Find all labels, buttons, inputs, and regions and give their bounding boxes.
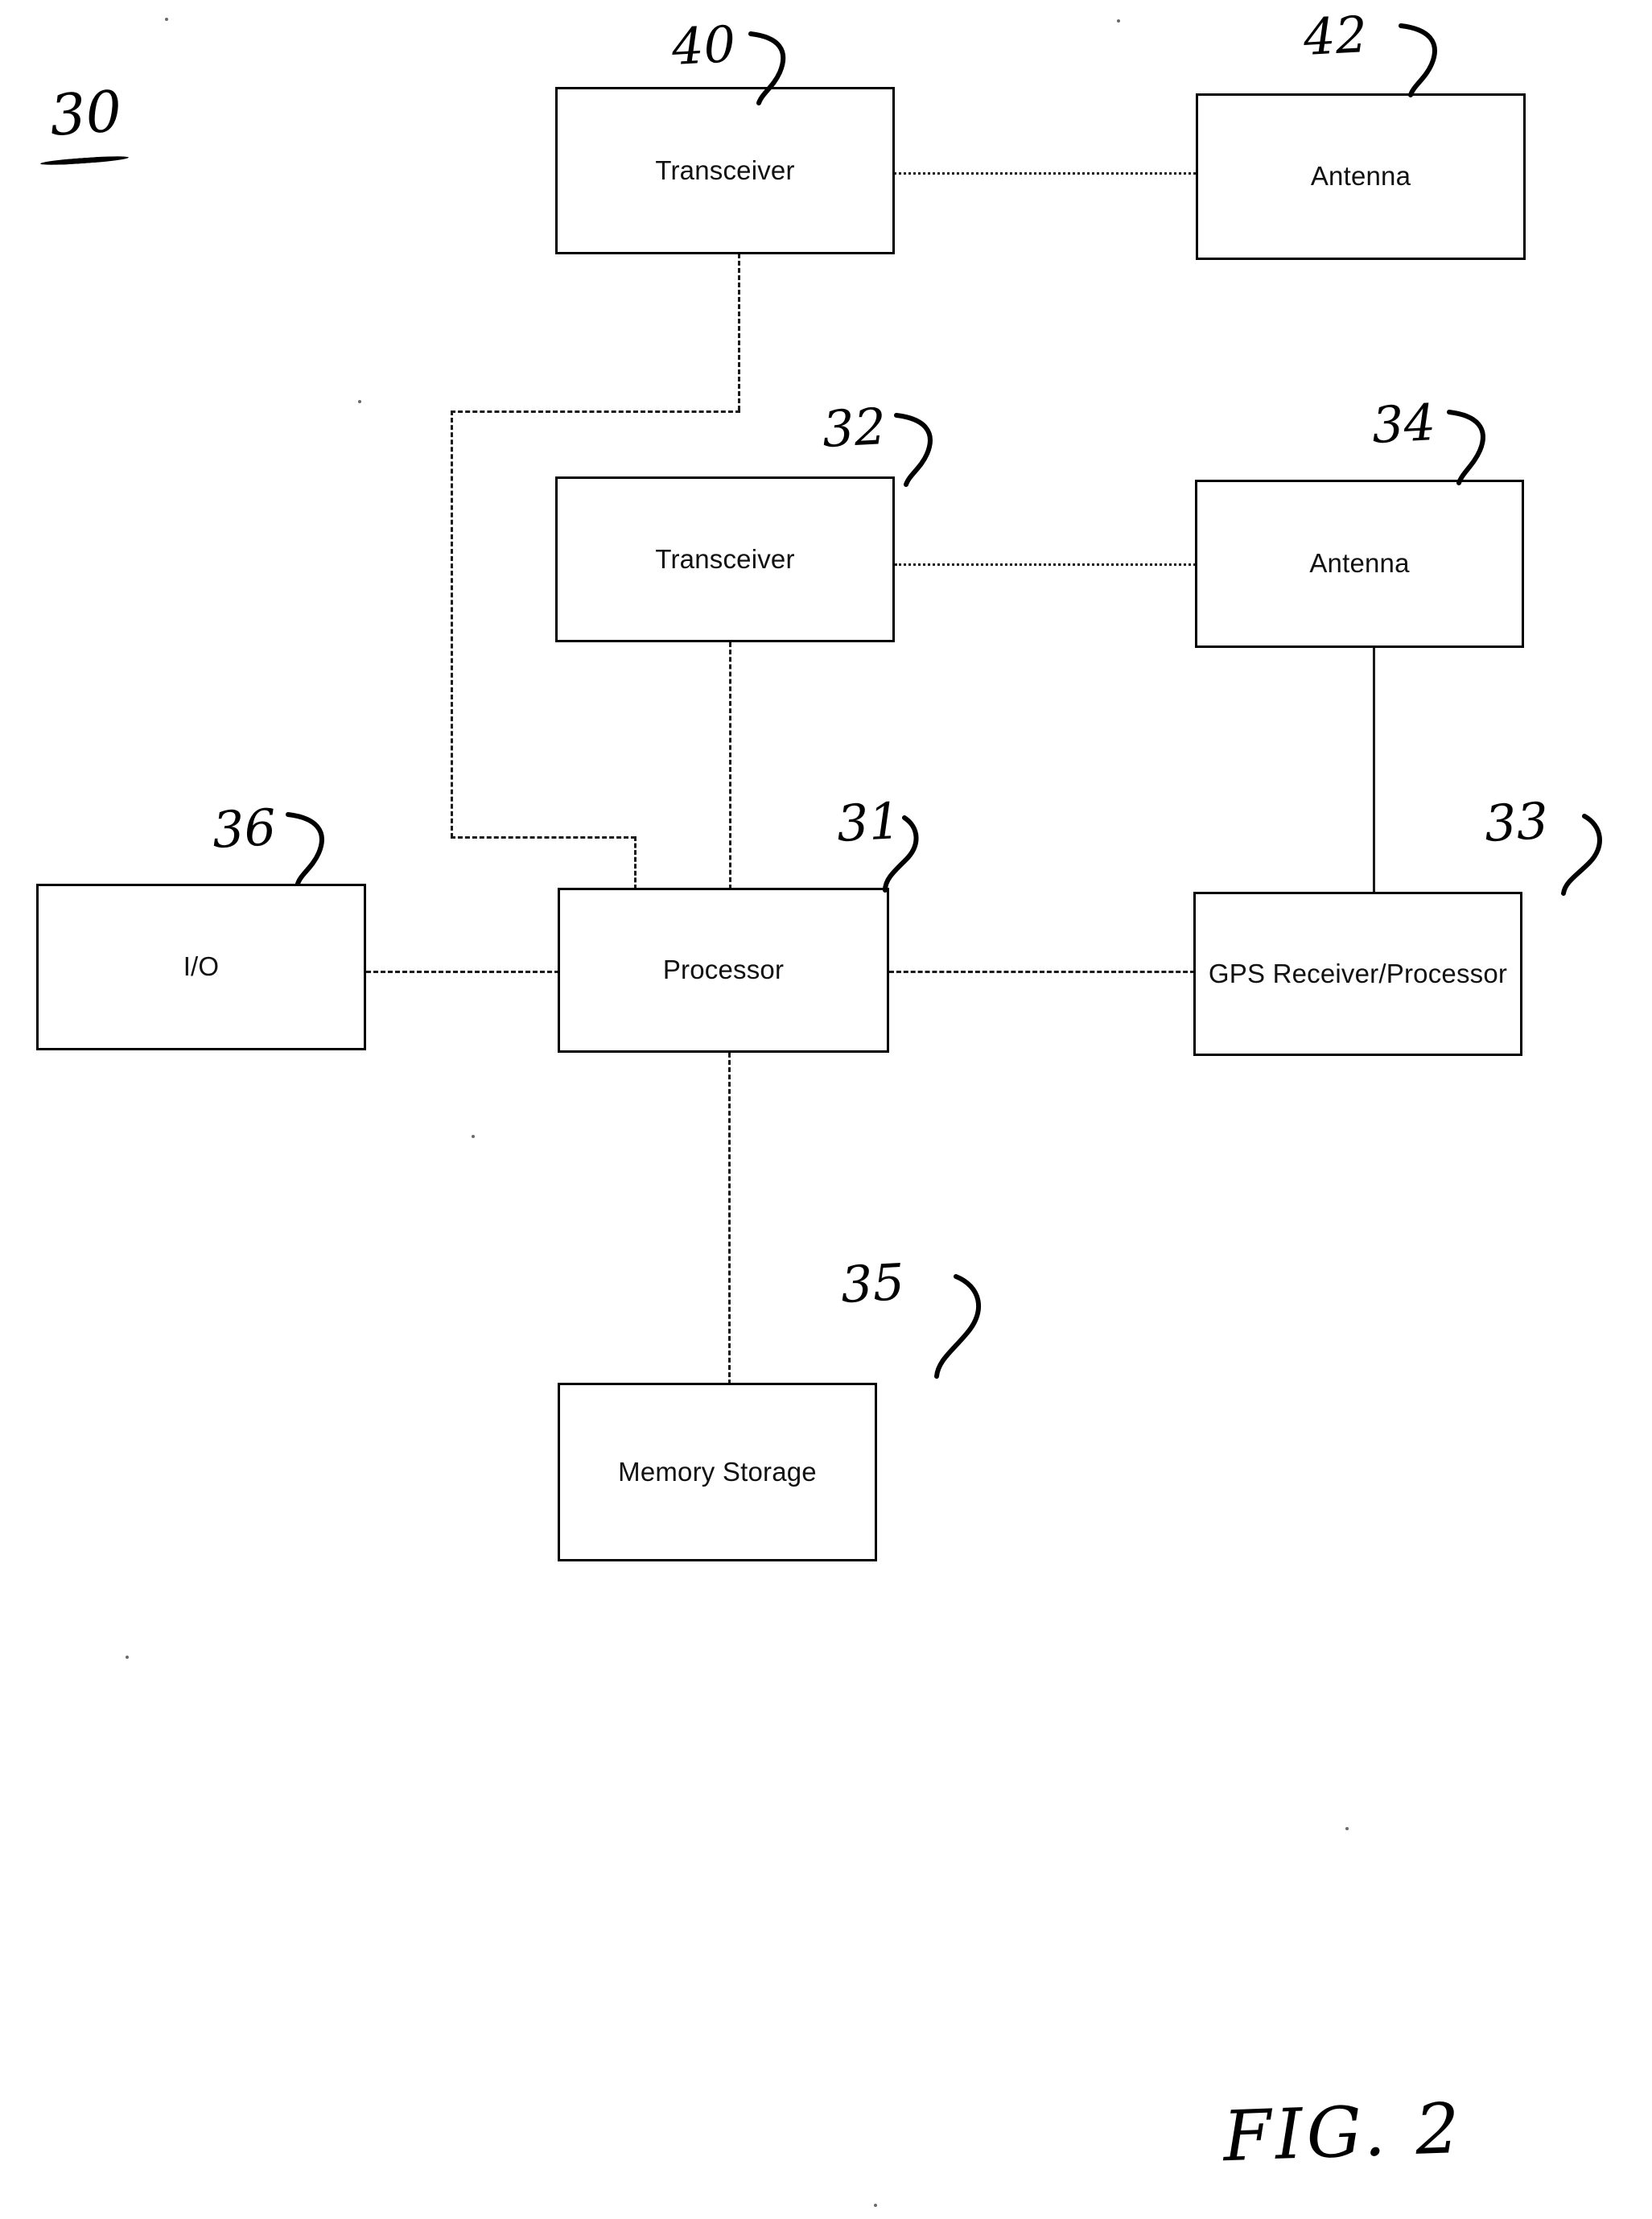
block-memory-35[interactable]: Memory Storage [558,1383,877,1561]
connector-transceiver40-processor-vertical-c [634,836,636,889]
block-transceiver-32[interactable]: Transceiver [555,476,895,642]
block-antenna-42[interactable]: Antenna [1196,93,1526,260]
block-antenna-34[interactable]: Antenna [1195,480,1524,648]
connector-transceiver32-antenna34 [895,563,1196,566]
lead-line-32 [894,413,933,487]
reference-numeral-40: 40 [670,14,737,77]
connector-antenna34-gps33 [1373,648,1375,893]
reference-numeral-32: 32 [821,396,888,460]
scan-speck [472,1135,475,1138]
figure-caption: FIG. 2 [1221,2088,1465,2178]
scan-speck [1345,1827,1349,1830]
connector-transceiver40-antenna42 [894,172,1196,175]
connector-io36-processor31 [366,971,559,973]
reference-numeral-31: 31 [835,790,902,854]
lead-line-42 [1399,23,1437,97]
reference-numeral-42: 42 [1302,4,1369,68]
block-antenna-34-label: Antenna [1309,548,1410,579]
reference-numeral-35: 35 [839,1252,906,1315]
lead-line-34 [1447,410,1485,485]
reference-numeral-30: 30 [47,77,124,150]
connector-transceiver40-processor-elbow [451,836,636,839]
reference-numeral-34: 34 [1370,392,1437,456]
lead-line-35 [934,1274,981,1379]
connector-transceiver32-processor [729,642,731,889]
scan-speck [874,2204,877,2207]
scan-speck [126,1656,129,1659]
block-memory-35-label: Memory Storage [618,1456,817,1487]
connector-transceiver40-processor-vertical-a [738,254,740,410]
connector-transceiver40-processor-vertical-b [451,410,453,838]
lead-line-33 [1561,814,1602,896]
block-io-36[interactable]: I/O [36,884,366,1050]
block-transceiver-32-label: Transceiver [655,543,795,574]
connector-processor31-gps33 [889,971,1195,973]
block-processor-31-label: Processor [662,955,785,985]
figure-sheet: 30 Transceiver 40 Antenna 42 Transceiver… [0,0,1652,2219]
connector-transceiver40-processor-horizontal [451,410,740,413]
block-gps-33[interactable]: GPS Receiver/Processor [1193,892,1522,1056]
block-transceiver-40[interactable]: Transceiver [555,87,895,254]
lead-line-36 [286,812,324,886]
block-io-36-label: I/O [183,951,220,982]
reference-numeral-30-underline [39,155,130,167]
block-processor-31[interactable]: Processor [558,888,889,1053]
block-antenna-42-label: Antenna [1310,161,1411,192]
scan-speck [358,400,361,403]
block-gps-33-label: GPS Receiver/Processor [1208,958,1508,988]
reference-numeral-36: 36 [211,797,278,860]
scan-speck [1117,19,1120,23]
block-transceiver-40-label: Transceiver [655,155,795,185]
connector-processor31-memory35 [728,1053,731,1384]
scan-speck [165,18,168,21]
reference-numeral-33: 33 [1483,790,1550,854]
